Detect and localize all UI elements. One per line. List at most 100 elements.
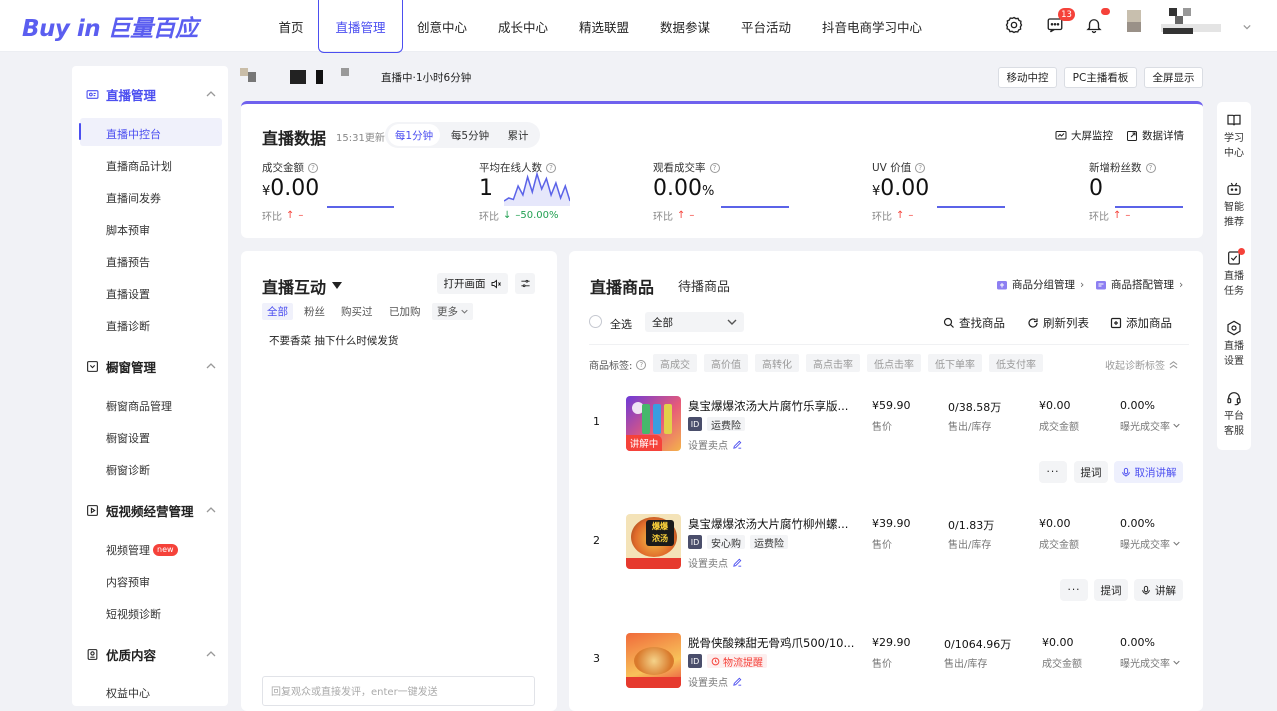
product-gmv: ¥0.00 xyxy=(1039,399,1071,412)
mobile-console-button[interactable]: 移动中控 xyxy=(998,67,1057,88)
collapse-chevron-icon[interactable] xyxy=(206,361,216,371)
tag-chip[interactable]: 高成交 xyxy=(653,354,697,372)
collapse-chevron-icon[interactable] xyxy=(206,89,216,99)
sold-stock-label: 售出/库存 xyxy=(948,540,992,551)
pc-anchor-board-button[interactable]: PC主播看板 xyxy=(1064,67,1137,88)
sidebar-section-short-video[interactable]: 短视频经营管理 xyxy=(86,498,194,522)
sidebar-item-live-diagnosis[interactable]: 直播诊断 xyxy=(106,318,150,334)
rail-smart-recommend[interactable]: 智能 推荐 xyxy=(1217,181,1251,230)
sidebar-section-quality-content[interactable]: 优质内容 xyxy=(86,642,156,666)
sidebar-item-video-management[interactable]: 视频管理 new xyxy=(106,542,178,558)
nav-live-management[interactable]: 直播管理 xyxy=(318,0,403,53)
product-name[interactable]: 臭宝爆爆浓汤大片腐竹柳州螺... xyxy=(688,516,858,532)
tag-chip[interactable]: 高价值 xyxy=(704,354,748,372)
ctr-label-dropdown[interactable]: 曝光成交率 xyxy=(1120,655,1180,670)
product-group-link[interactable]: 商品分组管理 › xyxy=(996,277,1084,292)
reply-input[interactable]: 回复观众或直接发评，enter一键发送 xyxy=(262,676,535,706)
cancel-explain-button[interactable]: 取消讲解 xyxy=(1114,461,1183,483)
more-actions-button[interactable]: ··· xyxy=(1060,579,1088,601)
nav-creative-center[interactable]: 创意中心 xyxy=(407,0,477,52)
tab-1min[interactable]: 每1分钟 xyxy=(388,124,440,146)
nav-data-advisor[interactable]: 数据参谋 xyxy=(650,0,720,52)
sidebar-item-window-products[interactable]: 橱窗商品管理 xyxy=(106,398,172,414)
search-product-button[interactable]: 查找商品 xyxy=(943,315,1005,331)
sidebar-item-content-review[interactable]: 内容预审 xyxy=(106,574,150,590)
product-name[interactable]: 臭宝爆爆浓汤大片腐竹乐享版... xyxy=(688,398,858,414)
tag-chip[interactable]: 低点击率 xyxy=(867,354,921,372)
sidebar-item-rights-center[interactable]: 权益中心 xyxy=(106,685,150,701)
tab-pending-products[interactable]: 待播商品 xyxy=(678,276,730,295)
sidebar-item-video-diagnosis[interactable]: 短视频诊断 xyxy=(106,606,161,622)
product-price: ¥39.90 xyxy=(872,517,911,530)
user-avatar[interactable] xyxy=(1127,8,1223,42)
rail-learning-center[interactable]: 学习 中心 xyxy=(1217,112,1251,161)
brand-logo[interactable]: Buy in 巨量百应 xyxy=(22,8,198,44)
sidebar-section-live[interactable]: 直播管理 xyxy=(86,82,156,106)
sidebar-section-window[interactable]: 橱窗管理 xyxy=(86,354,156,378)
set-selling-point-link[interactable]: 设置卖点 xyxy=(688,437,743,452)
tag-chip[interactable]: 高转化 xyxy=(755,354,799,372)
prompt-button[interactable]: 提词 xyxy=(1094,579,1128,601)
ctr-label-dropdown[interactable]: 曝光成交率 xyxy=(1120,536,1180,551)
product-gmv: ¥0.00 xyxy=(1039,517,1071,530)
product-name[interactable]: 脱骨侠酸辣甜无骨鸡爪500/10... xyxy=(688,635,858,651)
filter-settings-icon[interactable] xyxy=(515,273,535,294)
metric-fans-value: 0 xyxy=(1089,176,1103,201)
more-actions-button[interactable]: ··· xyxy=(1039,461,1067,483)
nav-home[interactable]: 首页 xyxy=(266,0,316,52)
sidebar-item-window-diagnosis[interactable]: 橱窗诊断 xyxy=(106,462,150,478)
account-dropdown-chevron-icon[interactable] xyxy=(1243,20,1251,34)
interaction-title[interactable]: 直播互动 xyxy=(262,274,343,298)
sidebar-item-live-coupon[interactable]: 直播间发券 xyxy=(106,190,161,206)
sidebar-item-live-product-plan[interactable]: 直播商品计划 xyxy=(106,158,172,174)
sidebar-item-live-console[interactable]: 直播中控台 xyxy=(106,126,161,142)
sidebar-item-live-settings[interactable]: 直播设置 xyxy=(106,286,150,302)
select-all-checkbox[interactable] xyxy=(589,315,602,328)
set-selling-point-link[interactable]: 设置卖点 xyxy=(688,555,743,570)
group-select[interactable]: 全部 xyxy=(645,312,744,332)
tab-5min[interactable]: 每5分钟 xyxy=(444,124,496,146)
open-screen-button[interactable]: 打开画面 xyxy=(437,273,508,294)
tag-chip[interactable]: 低支付率 xyxy=(989,354,1043,372)
nav-alliance[interactable]: 精选联盟 xyxy=(569,0,639,52)
refresh-list-button[interactable]: 刷新列表 xyxy=(1027,315,1089,331)
tab-cumulative[interactable]: 累计 xyxy=(498,124,538,146)
rail-live-tasks[interactable]: 直播 任务 xyxy=(1217,250,1251,299)
tag-chip[interactable]: 低下单率 xyxy=(928,354,982,372)
collapse-chevron-icon[interactable] xyxy=(206,649,216,659)
nav-learning-center[interactable]: 抖音电商学习中心 xyxy=(812,0,932,52)
tab-live-products[interactable]: 直播商品 xyxy=(590,274,654,298)
add-product-button[interactable]: 添加商品 xyxy=(1110,315,1172,331)
data-detail-link[interactable]: 数据详情 xyxy=(1126,128,1184,143)
product-thumbnail[interactable] xyxy=(626,633,681,688)
filter-more[interactable]: 更多 xyxy=(432,303,473,320)
caret-down-icon xyxy=(332,282,343,289)
filter-all[interactable]: 全部 xyxy=(262,303,293,320)
product-bundle-link[interactable]: 商品搭配管理 › xyxy=(1095,277,1183,292)
rail-live-settings[interactable]: 直播 设置 xyxy=(1217,320,1251,369)
rail-customer-service[interactable]: 平台 客服 xyxy=(1217,390,1251,439)
sidebar-item-live-preview[interactable]: 直播预告 xyxy=(106,254,150,270)
nav-platform-activity[interactable]: 平台活动 xyxy=(731,0,801,52)
prompt-button[interactable]: 提词 xyxy=(1074,461,1108,483)
filter-fans[interactable]: 粉丝 xyxy=(304,303,325,320)
metric-uv-trend-line xyxy=(937,206,1005,208)
fullscreen-button[interactable]: 全屏显示 xyxy=(1144,67,1203,88)
explain-button[interactable]: 讲解 xyxy=(1134,579,1183,601)
sidebar-item-window-settings[interactable]: 橱窗设置 xyxy=(106,430,150,446)
filter-added-cart[interactable]: 已加购 xyxy=(389,303,421,320)
ctr-label-dropdown[interactable]: 曝光成交率 xyxy=(1120,418,1180,433)
collapse-chevron-icon[interactable] xyxy=(206,505,216,515)
filter-purchased[interactable]: 购买过 xyxy=(341,303,373,320)
sidebar-item-script-review[interactable]: 脚本预审 xyxy=(106,222,150,238)
tag-chip[interactable]: 高点击率 xyxy=(806,354,860,372)
settings-gear-icon[interactable] xyxy=(1003,14,1025,36)
big-screen-monitor-link[interactable]: 大屏监控 xyxy=(1055,128,1113,143)
product-thumbnail[interactable]: 爆爆 浓汤 xyxy=(626,514,681,569)
set-selling-point-link[interactable]: 设置卖点 xyxy=(688,674,743,689)
nav-growth-center[interactable]: 成长中心 xyxy=(488,0,558,52)
product-thumbnail[interactable]: 讲解中 xyxy=(626,396,681,451)
bell-icon[interactable] xyxy=(1083,14,1105,36)
edit-pen-icon xyxy=(733,558,742,567)
collapse-tags-button[interactable]: 收起诊断标签 xyxy=(1105,357,1178,372)
